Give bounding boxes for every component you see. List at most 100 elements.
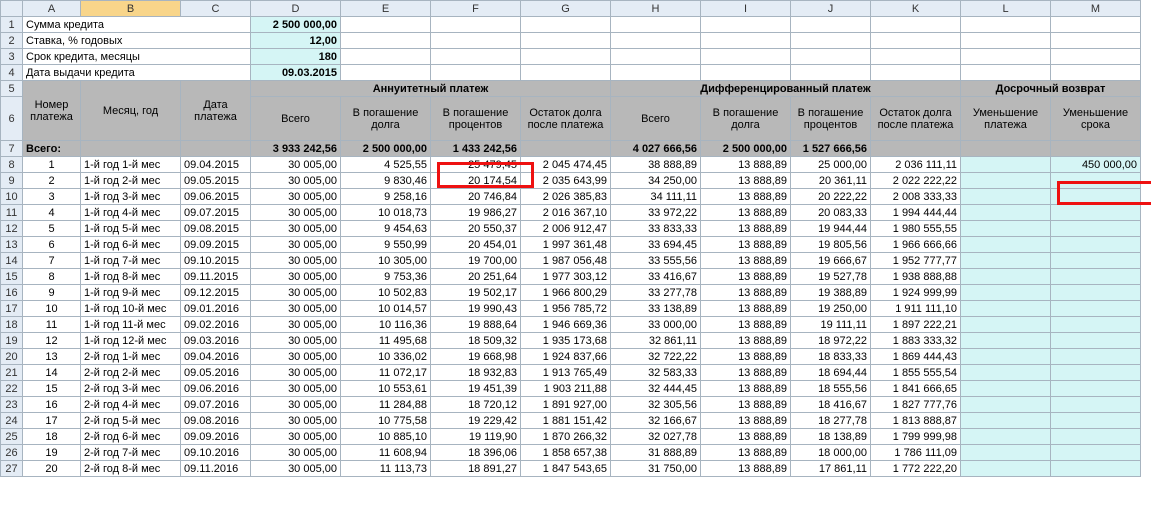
row-6[interactable]: 6 xyxy=(1,97,23,141)
cell-ann-total[interactable]: 30 005,00 xyxy=(251,317,341,333)
cell-payment-no[interactable]: 14 xyxy=(23,365,81,381)
cell-ann-total[interactable]: 30 005,00 xyxy=(251,221,341,237)
cell-diff-balance[interactable]: 1 952 777,77 xyxy=(871,253,961,269)
cell-reduce-term[interactable] xyxy=(1051,333,1141,349)
cell-payment-no[interactable]: 20 xyxy=(23,461,81,477)
cell-ann-principal[interactable]: 4 525,55 xyxy=(341,157,431,173)
cell-diff-interest[interactable]: 18 833,33 xyxy=(791,349,871,365)
row-5[interactable]: 5 xyxy=(1,81,23,97)
cell-ann-balance[interactable]: 2 026 385,83 xyxy=(521,189,611,205)
cell-ann-interest[interactable]: 19 668,98 xyxy=(431,349,521,365)
col-D[interactable]: D xyxy=(251,1,341,17)
cell-diff-balance[interactable]: 1 911 111,10 xyxy=(871,301,961,317)
cell-diff-interest[interactable]: 19 388,89 xyxy=(791,285,871,301)
cell-payment-no[interactable]: 4 xyxy=(23,205,81,221)
cell-ann-interest[interactable]: 19 229,42 xyxy=(431,413,521,429)
cell-ann-interest[interactable]: 19 700,00 xyxy=(431,253,521,269)
cell-diff-interest[interactable]: 18 972,22 xyxy=(791,333,871,349)
cell-ann-principal[interactable]: 10 502,83 xyxy=(341,285,431,301)
cell-diff-interest[interactable]: 19 666,67 xyxy=(791,253,871,269)
cell-ann-principal[interactable]: 10 305,00 xyxy=(341,253,431,269)
date-label[interactable]: Дата выдачи кредита xyxy=(23,65,251,81)
cell-reduce-payment[interactable] xyxy=(961,381,1051,397)
hdr-ann-total[interactable]: Всего xyxy=(251,97,341,141)
cell-diff-interest[interactable]: 18 277,78 xyxy=(791,413,871,429)
cell-pay-date[interactable]: 09.06.2016 xyxy=(181,381,251,397)
table-row[interactable]: 1691-й год 9-й мес09.12.201530 005,0010 … xyxy=(1,285,1141,301)
hdr-reduce-payment[interactable]: Уменьшение платежа xyxy=(961,97,1051,141)
cell-ann-interest[interactable]: 20 174,54 xyxy=(431,173,521,189)
cell-reduce-payment[interactable] xyxy=(961,221,1051,237)
table-row[interactable]: 23162-й год 4-й мес09.07.201630 005,0011… xyxy=(1,397,1141,413)
table-row[interactable]: 20132-й год 1-й мес09.04.201630 005,0010… xyxy=(1,349,1141,365)
row-15[interactable]: 15 xyxy=(1,269,23,285)
cell-diff-balance[interactable]: 1 897 222,21 xyxy=(871,317,961,333)
cell-diff-interest[interactable]: 19 250,00 xyxy=(791,301,871,317)
row-26[interactable]: 26 xyxy=(1,445,23,461)
row-22[interactable]: 22 xyxy=(1,381,23,397)
cell-reduce-payment[interactable] xyxy=(961,445,1051,461)
cell-pay-date[interactable]: 09.08.2016 xyxy=(181,413,251,429)
cell-ann-total[interactable]: 30 005,00 xyxy=(251,157,341,173)
cell-ann-principal[interactable]: 10 336,02 xyxy=(341,349,431,365)
cell-ann-principal[interactable]: 10 014,57 xyxy=(341,301,431,317)
cell-ann-interest[interactable]: 18 720,12 xyxy=(431,397,521,413)
cell-reduce-term[interactable] xyxy=(1051,317,1141,333)
cell-diff-principal[interactable]: 13 888,89 xyxy=(701,237,791,253)
cell-diff-principal[interactable]: 13 888,89 xyxy=(701,461,791,477)
col-L[interactable]: L xyxy=(961,1,1051,17)
row-25[interactable]: 25 xyxy=(1,429,23,445)
term-value[interactable]: 180 xyxy=(251,49,341,65)
row-12[interactable]: 12 xyxy=(1,221,23,237)
table-row[interactable]: 1141-й год 4-й мес09.07.201530 005,0010 … xyxy=(1,205,1141,221)
cell-diff-principal[interactable]: 13 888,89 xyxy=(701,157,791,173)
cell-diff-balance[interactable]: 1 827 777,76 xyxy=(871,397,961,413)
cell-pay-date[interactable]: 09.07.2016 xyxy=(181,397,251,413)
amount-label[interactable]: Сумма кредита xyxy=(23,17,251,33)
cell-ann-principal[interactable]: 9 830,46 xyxy=(341,173,431,189)
tot-diff-total[interactable]: 4 027 666,56 xyxy=(611,141,701,157)
cell-ann-principal[interactable]: 10 775,58 xyxy=(341,413,431,429)
cell-diff-principal[interactable]: 13 888,89 xyxy=(701,333,791,349)
cell-diff-total[interactable]: 32 861,11 xyxy=(611,333,701,349)
cell-reduce-term[interactable] xyxy=(1051,349,1141,365)
hdr-month-year[interactable]: Месяц, год xyxy=(81,81,181,141)
cell-ann-principal[interactable]: 10 116,36 xyxy=(341,317,431,333)
cell-pay-date[interactable]: 09.03.2016 xyxy=(181,333,251,349)
cell-ann-interest[interactable]: 19 502,17 xyxy=(431,285,521,301)
row-4[interactable]: 4 xyxy=(1,65,23,81)
row-19[interactable]: 19 xyxy=(1,333,23,349)
table-row[interactable]: 1251-й год 5-й мес09.08.201530 005,009 4… xyxy=(1,221,1141,237)
cell-payment-no[interactable]: 9 xyxy=(23,285,81,301)
cell-ann-interest[interactable]: 20 251,64 xyxy=(431,269,521,285)
cell-payment-no[interactable]: 10 xyxy=(23,301,81,317)
cell-reduce-payment[interactable] xyxy=(961,349,1051,365)
cell-diff-balance[interactable]: 1 883 333,32 xyxy=(871,333,961,349)
cell-payment-no[interactable]: 7 xyxy=(23,253,81,269)
cell-payment-no[interactable]: 17 xyxy=(23,413,81,429)
cell-ann-principal[interactable]: 11 072,17 xyxy=(341,365,431,381)
hdr-diff-total[interactable]: Всего xyxy=(611,97,701,141)
cell-pay-date[interactable]: 09.12.2015 xyxy=(181,285,251,301)
cell-ann-principal[interactable]: 10 018,73 xyxy=(341,205,431,221)
cell-diff-total[interactable]: 38 888,89 xyxy=(611,157,701,173)
table-row[interactable]: 17101-й год 10-й мес09.01.201630 005,001… xyxy=(1,301,1141,317)
table-row[interactable]: 1361-й год 6-й мес09.09.201530 005,009 5… xyxy=(1,237,1141,253)
row-20[interactable]: 20 xyxy=(1,349,23,365)
cell-diff-total[interactable]: 33 416,67 xyxy=(611,269,701,285)
amount-value[interactable]: 2 500 000,00 xyxy=(251,17,341,33)
table-row[interactable]: 18111-й год 11-й мес09.02.201630 005,001… xyxy=(1,317,1141,333)
cell-month-year[interactable]: 1-й год 3-й мес xyxy=(81,189,181,205)
cell-ann-interest[interactable]: 18 509,32 xyxy=(431,333,521,349)
cell-diff-interest[interactable]: 20 083,33 xyxy=(791,205,871,221)
row-21[interactable]: 21 xyxy=(1,365,23,381)
cell-ann-balance[interactable]: 1 903 211,88 xyxy=(521,381,611,397)
cell-ann-total[interactable]: 30 005,00 xyxy=(251,381,341,397)
cell-ann-balance[interactable]: 1 977 303,12 xyxy=(521,269,611,285)
cell-diff-total[interactable]: 33 555,56 xyxy=(611,253,701,269)
cell-reduce-payment[interactable] xyxy=(961,333,1051,349)
cell-diff-balance[interactable]: 1 855 555,54 xyxy=(871,365,961,381)
tot-ann-principal[interactable]: 2 500 000,00 xyxy=(341,141,431,157)
cell-reduce-payment[interactable] xyxy=(961,285,1051,301)
row-23[interactable]: 23 xyxy=(1,397,23,413)
